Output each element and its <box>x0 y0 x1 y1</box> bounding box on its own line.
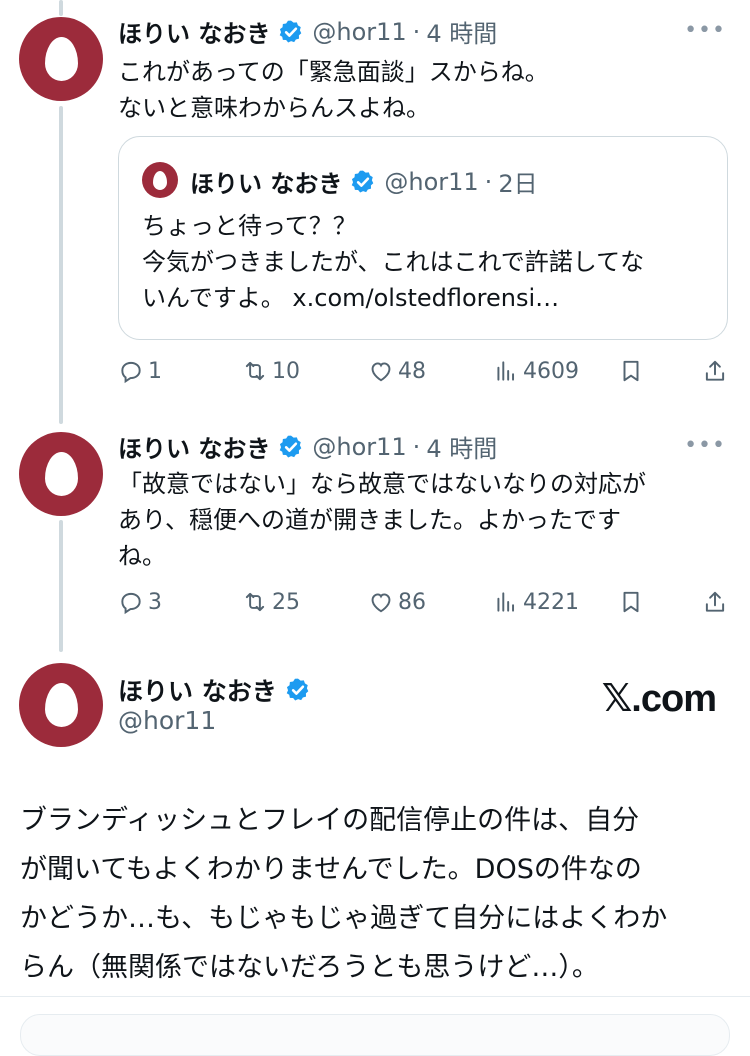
next-card[interactable] <box>20 1014 730 1056</box>
share-button[interactable] <box>702 358 732 384</box>
views-icon <box>497 361 515 381</box>
x-com-logo[interactable]: 𝕏.com <box>602 676 717 721</box>
views-count: 4221 <box>523 589 579 615</box>
tweet-text-line: これがあっての「緊急面談」スからね。 <box>118 58 549 86</box>
views-button[interactable]: 4609 <box>493 358 579 384</box>
avatar[interactable] <box>19 663 103 747</box>
embed-text-line: かどうか…も、もじゃもじゃ過ぎて自分にはよくわか <box>20 903 668 934</box>
reply-button[interactable]: 3 <box>118 589 162 615</box>
thread-line <box>59 0 63 16</box>
author-handle[interactable]: @hor11 <box>118 706 216 735</box>
tweet-actions: 1 10 48 4609 <box>118 358 730 390</box>
bookmark-icon <box>623 591 639 613</box>
repost-button[interactable]: 25 <box>242 589 300 615</box>
more-icon[interactable]: ••• <box>684 18 726 43</box>
quoted-text-line: ちょっと待って？？ <box>142 212 357 240</box>
separator: · <box>412 17 421 46</box>
share-icon <box>705 360 725 381</box>
like-icon <box>371 593 391 613</box>
quoted-text-line: 今気がつきましたが、これはこれで許諾してな <box>142 248 645 276</box>
egg-avatar-icon <box>44 452 78 496</box>
repost-button[interactable]: 10 <box>242 358 300 384</box>
like-icon <box>371 362 391 382</box>
tweet-text: これがあっての「緊急面談」スからね。 ないと意味わからんスよね。 <box>118 54 549 126</box>
author-handle[interactable]: @hor11 <box>312 433 406 461</box>
verified-badge-icon <box>280 20 302 43</box>
more-icon[interactable]: ••• <box>684 433 726 458</box>
verified-badge-icon <box>352 170 374 193</box>
repost-count: 25 <box>272 589 300 615</box>
like-button[interactable]: 86 <box>368 589 426 615</box>
quoted-text-line: いんですよ。 x.com/olstedflorensi… <box>142 284 560 312</box>
quoted-author-handle: @hor11 <box>384 167 479 196</box>
quoted-author-name: ほりい なおき <box>190 170 343 198</box>
tweet-header: ほりい なおき @hor11 · 4 時間 <box>118 14 497 49</box>
tweet-text-line: 「故意ではない」なら故意ではないなりの対応が <box>118 470 646 498</box>
author-name[interactable]: ほりい なおき <box>118 14 270 49</box>
quoted-avatar <box>142 162 178 198</box>
embed-text-line: が聞いてもよくわかりませんでした。DOSの件なの <box>20 854 642 885</box>
like-count: 86 <box>398 589 426 615</box>
embed-text-line: ブランディッシュとフレイの配信停止の件は、自分 <box>20 805 640 836</box>
reply-button[interactable]: 1 <box>118 358 162 384</box>
share-icon <box>705 591 725 612</box>
quoted-header: ほりい なおき @hor11 · 2日 <box>190 164 538 199</box>
share-button[interactable] <box>702 589 732 615</box>
separator: · <box>412 432 421 461</box>
author-name[interactable]: ほりい なおき <box>118 429 270 464</box>
embed-header: ほりい なおき <box>118 672 319 708</box>
thread-line <box>59 106 63 424</box>
egg-avatar-icon <box>44 37 78 81</box>
verified-badge-icon <box>280 435 302 458</box>
tweet-header: ほりい なおき @hor11 · 4 時間 <box>118 429 497 464</box>
embed-text: ブランディッシュとフレイの配信停止の件は、自分 が聞いてもよくわかりませんでした… <box>20 796 735 992</box>
egg-avatar-icon <box>44 683 78 727</box>
timestamp[interactable]: 4 時間 <box>426 429 497 464</box>
repost-icon <box>245 592 265 612</box>
separator: · <box>484 167 493 196</box>
reply-icon <box>121 361 141 384</box>
views-count: 4609 <box>523 358 579 384</box>
reply-icon <box>121 592 141 615</box>
like-button[interactable]: 48 <box>368 358 426 384</box>
reply-count: 1 <box>148 358 162 384</box>
avatar[interactable] <box>19 17 103 101</box>
bookmark-button[interactable] <box>618 589 648 615</box>
quoted-timestamp: 2日 <box>498 170 538 198</box>
timestamp[interactable]: 4 時間 <box>426 14 497 49</box>
tweet-text-line: ね。 <box>118 542 166 570</box>
repost-count: 10 <box>272 358 300 384</box>
thread-line <box>59 520 63 652</box>
bookmark-icon <box>623 360 639 382</box>
avatar[interactable] <box>19 432 103 516</box>
divider <box>0 996 750 997</box>
author-name[interactable]: ほりい なおき <box>118 672 277 708</box>
tweet-text: 「故意ではない」なら故意ではないなりの対応が あり、穏便への道が開きました。よか… <box>118 466 646 574</box>
views-button[interactable]: 4221 <box>493 589 579 615</box>
like-count: 48 <box>398 358 426 384</box>
egg-avatar-icon <box>153 170 167 190</box>
embed-text-line: らん（無関係ではないだろうとも思うけど…）。 <box>20 952 599 983</box>
tweet-text-line: ないと意味わからんスよね。 <box>118 94 430 122</box>
bookmark-button[interactable] <box>618 358 648 384</box>
tweet-text-line: あり、穏便への道が開きました。よかったです <box>118 506 622 534</box>
tweet-actions: 3 25 86 4221 <box>118 589 730 621</box>
verified-badge-icon <box>286 678 309 701</box>
reply-count: 3 <box>148 589 162 615</box>
views-icon <box>497 592 515 612</box>
author-handle[interactable]: @hor11 <box>312 18 406 46</box>
quoted-text: ちょっと待って？？ 今気がつきましたが、これはこれで許諾してな いんですよ。 x… <box>142 208 644 316</box>
repost-icon <box>245 361 265 381</box>
